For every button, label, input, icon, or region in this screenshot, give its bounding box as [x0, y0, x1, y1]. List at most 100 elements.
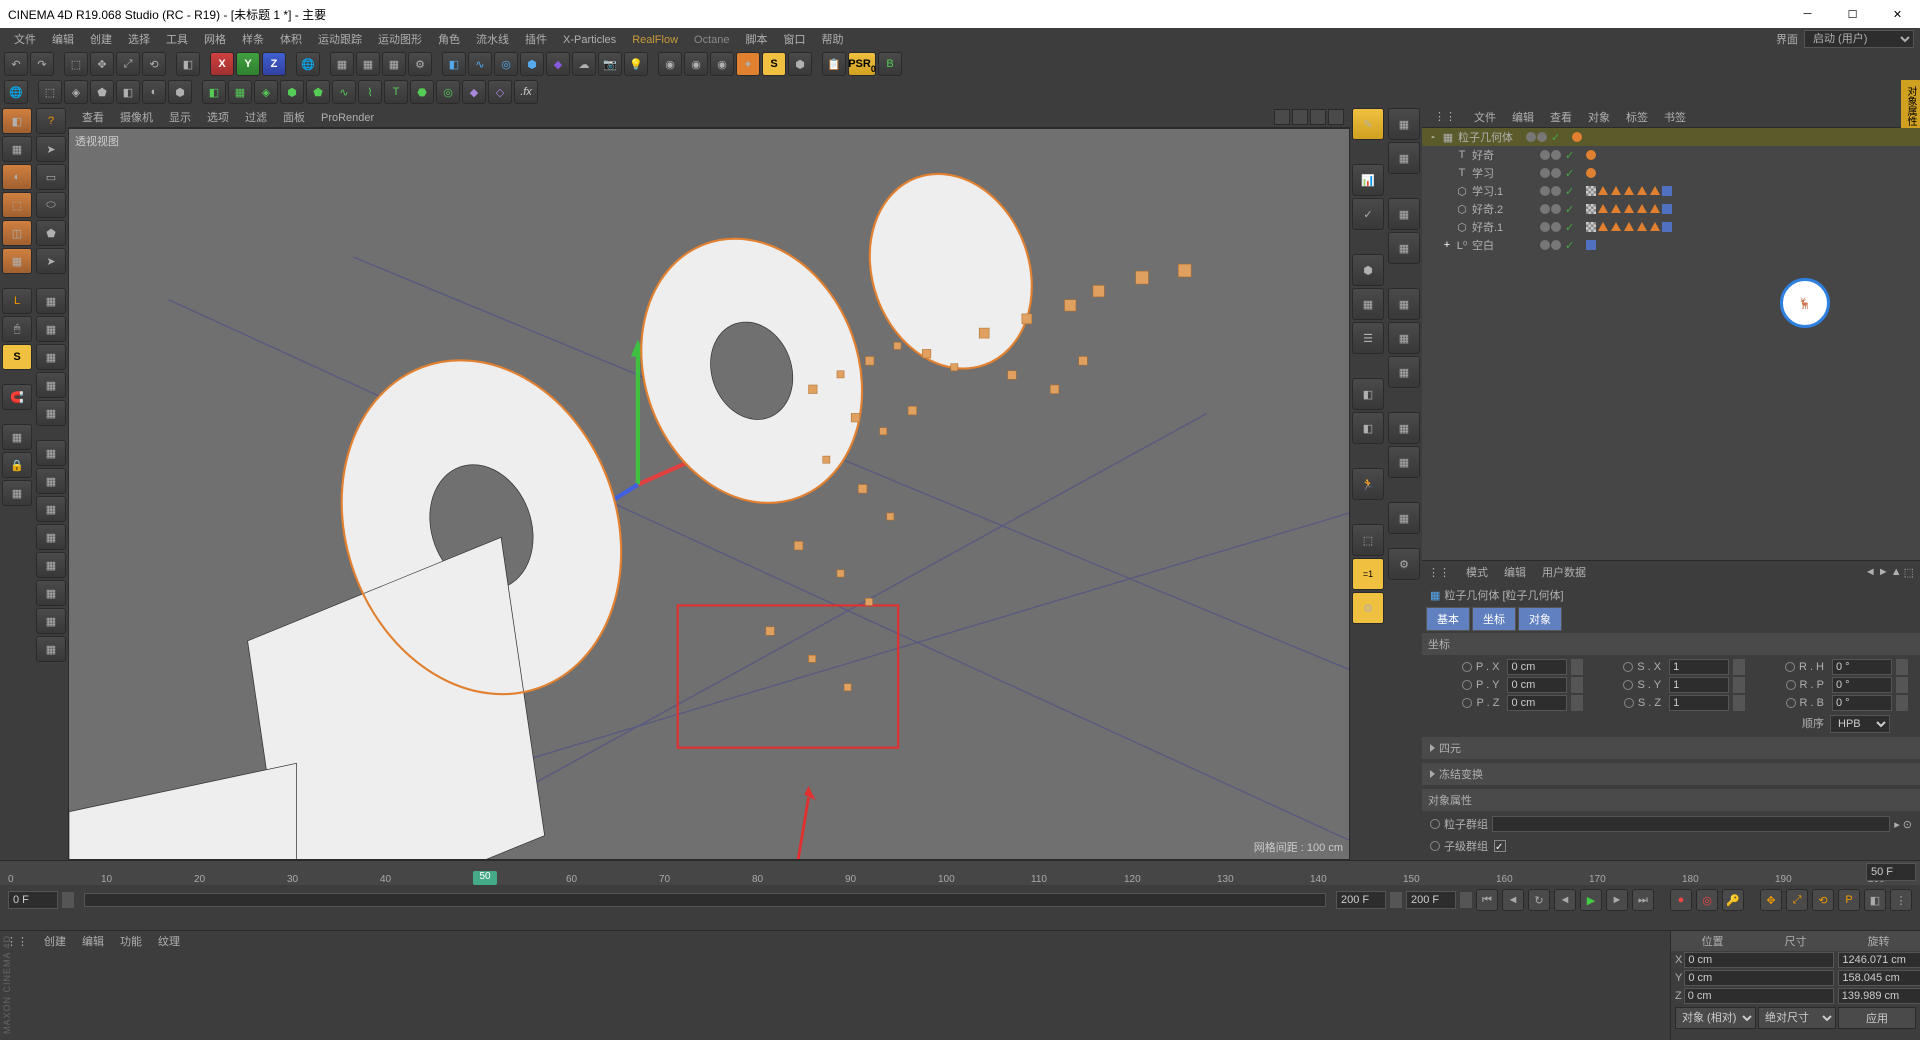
grid7[interactable]: ▦: [36, 468, 66, 494]
tl-opt-rot[interactable]: ⟲: [1812, 889, 1834, 911]
attr-lock[interactable]: ⬚: [1904, 566, 1914, 579]
r-tool-4[interactable]: ▦: [1352, 288, 1384, 320]
attr-menu-1[interactable]: 编辑: [1496, 565, 1534, 581]
menu-13[interactable]: X-Particles: [555, 32, 624, 48]
r-tool-2[interactable]: ✓: [1352, 198, 1384, 230]
redo-button[interactable]: ↷: [30, 52, 54, 76]
close-button[interactable]: ✕: [1875, 0, 1920, 28]
attr-tab-basic[interactable]: 基本: [1426, 607, 1470, 631]
tl-opt-scale[interactable]: ⤢: [1786, 889, 1808, 911]
grid11[interactable]: ▦: [36, 580, 66, 606]
om-tab-2[interactable]: 查看: [1542, 110, 1580, 126]
mo-poly[interactable]: ⬣: [410, 80, 434, 104]
mat-menu-0[interactable]: 创建: [36, 934, 74, 950]
attr-prev[interactable]: ◄: [1865, 566, 1876, 579]
tl-start-spin[interactable]: [62, 892, 74, 908]
r2-tool-9[interactable]: ▦: [1388, 446, 1420, 478]
xp-tool-6[interactable]: ⬢: [788, 52, 812, 76]
z-axis-lock[interactable]: Z: [262, 52, 286, 76]
workplane[interactable]: ▦: [2, 424, 32, 450]
tl-goto-start[interactable]: ⏮: [1476, 889, 1498, 911]
r-tool-8[interactable]: 🏃: [1352, 468, 1384, 500]
attr-menu-2[interactable]: 用户数据: [1534, 565, 1594, 581]
menu-1[interactable]: 编辑: [44, 32, 82, 48]
maximize-button[interactable]: ☐: [1830, 0, 1875, 28]
tree-row-0[interactable]: - ▦ 粒子几何体 ✓: [1422, 128, 1920, 146]
xp-tool-3[interactable]: ◉: [710, 52, 734, 76]
tree-row-6[interactable]: + L⁰ 空白 ✓: [1422, 236, 1920, 254]
tl-end2-spin[interactable]: [1460, 892, 1472, 908]
tl-goto-end[interactable]: ⏭: [1632, 889, 1654, 911]
menu-9[interactable]: 运动图形: [370, 32, 430, 48]
spin-sz[interactable]: [1733, 695, 1745, 711]
menu-6[interactable]: 样条: [234, 32, 272, 48]
sel-tool-2[interactable]: ◈: [64, 80, 88, 104]
attr-grip[interactable]: ⋮⋮: [1428, 566, 1450, 579]
child-group-checkbox[interactable]: [1494, 840, 1506, 852]
tl-end-spin[interactable]: [1390, 892, 1402, 908]
snap-s[interactable]: S: [2, 344, 32, 370]
poly-sel[interactable]: ⬟: [36, 220, 66, 246]
menu-15[interactable]: Octane: [686, 32, 737, 48]
grid12[interactable]: ▦: [36, 608, 66, 634]
vp-menu-1[interactable]: 摄像机: [112, 110, 161, 126]
vp-menu-3[interactable]: 选项: [199, 110, 237, 126]
mat-menu-3[interactable]: 纹理: [150, 934, 188, 950]
r2-tool-3[interactable]: ▦: [1388, 198, 1420, 230]
spin-py[interactable]: [1571, 677, 1583, 693]
scale-tool[interactable]: ⤢: [116, 52, 140, 76]
recent-tool[interactable]: ◧: [176, 52, 200, 76]
xp-tool-2[interactable]: ◉: [684, 52, 708, 76]
attr-menu-0[interactable]: 模式: [1458, 565, 1496, 581]
menu-5[interactable]: 网格: [196, 32, 234, 48]
grid5[interactable]: ▦: [36, 400, 66, 426]
r-tool-5[interactable]: ☰: [1352, 322, 1384, 354]
om-tab-4[interactable]: 标签: [1618, 110, 1656, 126]
vp-nav-3[interactable]: [1310, 109, 1326, 125]
tl-record[interactable]: ●: [1670, 889, 1692, 911]
sel-tool-5[interactable]: ◐: [142, 80, 166, 104]
r2-gear[interactable]: ⚙: [1388, 548, 1420, 580]
mat-menu-2[interactable]: 功能: [112, 934, 150, 950]
spin-sy[interactable]: [1733, 677, 1745, 693]
r2-tool-8[interactable]: ▦: [1388, 412, 1420, 444]
lock-tool[interactable]: 🔒: [2, 452, 32, 478]
mo-instance[interactable]: ⬢: [280, 80, 304, 104]
sel-tool-4[interactable]: ◧: [116, 80, 140, 104]
attr-tab-coord[interactable]: 坐标: [1472, 607, 1516, 631]
coord-system[interactable]: 🌐: [296, 52, 320, 76]
prim-camera[interactable]: 📷: [598, 52, 622, 76]
grid6[interactable]: ▦: [36, 440, 66, 466]
mo-fx[interactable]: .fx: [514, 80, 538, 104]
grid9[interactable]: ▦: [36, 524, 66, 550]
psr-button[interactable]: PSR0: [848, 52, 876, 76]
r-tool-6[interactable]: ◧: [1352, 378, 1384, 410]
layout-select[interactable]: 启动 (用户): [1804, 30, 1914, 48]
vp-menu-6[interactable]: ProRender: [313, 110, 382, 126]
grid10[interactable]: ▦: [36, 552, 66, 578]
r-tool-9[interactable]: ⬚: [1352, 524, 1384, 556]
attr-next[interactable]: ►: [1878, 566, 1889, 579]
grid4[interactable]: ▦: [36, 372, 66, 398]
r-tool-gear[interactable]: ⚙: [1352, 592, 1384, 624]
sel-tool-1[interactable]: ⬚: [38, 80, 62, 104]
r2-tool-5[interactable]: ▦: [1388, 288, 1420, 320]
mat-menu-1[interactable]: 编辑: [74, 934, 112, 950]
axis-tool[interactable]: L: [2, 288, 32, 314]
vp-menu-2[interactable]: 显示: [161, 110, 199, 126]
tl-key-sel[interactable]: 🔑: [1722, 889, 1744, 911]
prim-cube[interactable]: ◧: [442, 52, 466, 76]
timeline-current[interactable]: [1866, 863, 1916, 881]
om-grip[interactable]: ⋮⋮: [1426, 108, 1464, 125]
mo-tracer[interactable]: ∿: [332, 80, 356, 104]
grid2[interactable]: ▦: [36, 316, 66, 342]
attr-tab-object[interactable]: 对象: [1518, 607, 1562, 631]
cp-sx[interactable]: [1838, 952, 1920, 968]
tree-row-3[interactable]: ⬡ 学习.1 ✓: [1422, 182, 1920, 200]
tl-start[interactable]: [8, 891, 58, 909]
viewport-perspective[interactable]: 透视视图 网格间距 : 100 cm: [68, 128, 1350, 860]
mo-voronoi[interactable]: ◎: [436, 80, 460, 104]
input-py[interactable]: [1507, 677, 1567, 693]
render-view[interactable]: ▦: [330, 52, 354, 76]
menu-17[interactable]: 窗口: [776, 32, 814, 48]
